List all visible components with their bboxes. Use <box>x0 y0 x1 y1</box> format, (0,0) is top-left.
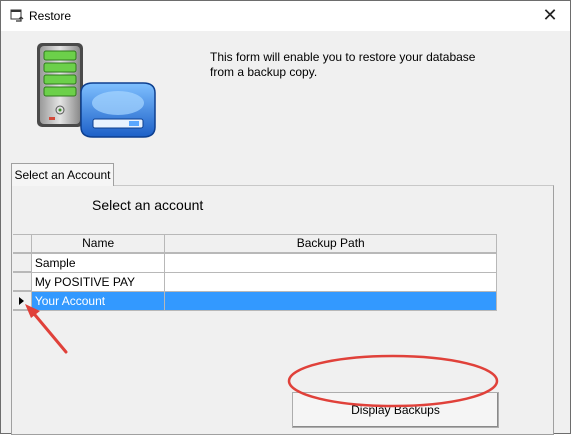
cell-account-name[interactable]: Sample <box>32 254 166 272</box>
close-icon[interactable]: ✕ <box>530 1 570 31</box>
restore-window: Restore ✕ This form will enable you to r… <box>0 0 571 435</box>
tab-select-account[interactable]: Select an Account <box>11 163 114 186</box>
column-header-name[interactable]: Name <box>31 234 166 253</box>
row-pointer-icon <box>19 297 24 305</box>
restore-form: This form will enable you to restore you… <box>1 31 570 435</box>
title-bar: Restore ✕ <box>1 1 570 31</box>
table-row[interactable]: My POSITIVE PAY <box>13 272 497 291</box>
section-heading: Select an account <box>92 197 204 213</box>
cell-account-name[interactable]: Your Account <box>31 292 166 310</box>
restore-app-icon <box>10 9 24 22</box>
intro-description: This form will enable you to restore you… <box>210 50 476 79</box>
row-indicator-cell[interactable] <box>13 273 32 291</box>
row-indicator-cell[interactable] <box>13 292 32 310</box>
column-header-backup-path[interactable]: Backup Path <box>165 234 497 253</box>
cell-backup-path[interactable] <box>165 254 497 272</box>
select-account-panel: Select an account Name Backup Path Sampl… <box>11 185 554 435</box>
accounts-grid: Name Backup Path Sample My POSITIVE PAY <box>13 234 497 311</box>
window-title: Restore <box>29 9 72 23</box>
cell-backup-path[interactable] <box>165 292 497 310</box>
server-and-drive-icon <box>37 43 156 138</box>
table-row[interactable]: Sample <box>13 253 497 272</box>
display-backups-button[interactable]: Display Backups <box>292 392 499 428</box>
row-indicator-cell[interactable] <box>13 254 32 272</box>
header-indicator-cell <box>13 234 32 253</box>
grid-header: Name Backup Path <box>13 234 497 253</box>
cell-account-name[interactable]: My POSITIVE PAY <box>32 273 166 291</box>
table-row-selected[interactable]: Your Account <box>13 291 497 311</box>
cell-backup-path[interactable] <box>165 273 497 291</box>
